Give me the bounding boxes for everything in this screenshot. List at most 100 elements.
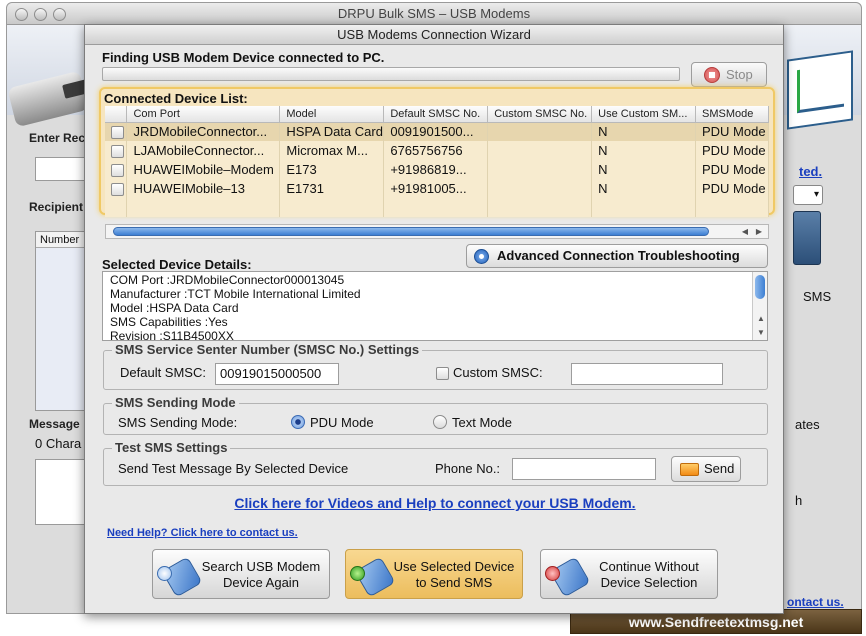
background-templates-label: ates: [795, 417, 820, 432]
gear-icon: [474, 249, 489, 264]
model-cell: E1731: [279, 179, 385, 198]
usb-modem-wizard-dialog: USB Modems Connection Wizard Finding USB…: [84, 24, 784, 614]
device-checkbox[interactable]: [111, 145, 124, 159]
selected-device-details: COM Port :JRDMobileConnector000013045 Ma…: [102, 271, 768, 341]
cancel-icon: [545, 566, 560, 581]
background-dropdown[interactable]: ▾: [793, 185, 823, 205]
search-again-button[interactable]: Search USB Modem Device Again: [152, 549, 330, 599]
scroll-up-icon[interactable]: ▲: [754, 312, 767, 325]
scroll-thumb[interactable]: [755, 275, 765, 299]
character-count: 0 Chara: [35, 436, 82, 451]
advanced-troubleshooting-button[interactable]: Advanced Connection Troubleshooting: [466, 244, 768, 268]
column-header[interactable]: Custom SMSC No.: [487, 106, 593, 123]
column-header[interactable]: SMSMode: [695, 106, 769, 123]
device-list-label: Connected Device List:: [104, 91, 248, 106]
background-contact-link[interactable]: ontact us.: [787, 595, 844, 609]
send-test-button[interactable]: Send: [671, 456, 741, 482]
minimize-window-button[interactable]: [34, 8, 47, 21]
search-progress-bar: [102, 67, 680, 81]
custom-smsc-cell: [487, 179, 593, 198]
com-port-cell: HUAWEIMobile–13: [126, 179, 281, 198]
device-row[interactable]: HUAWEIMobile–Modem E173 +91986819... N P…: [105, 160, 769, 179]
sms-mode-cell: PDU Mode: [695, 141, 769, 160]
device-table-header: Com Port Model Default SMSC No. Custom S…: [105, 106, 769, 123]
custom-smsc-field[interactable]: [571, 363, 723, 385]
stop-button[interactable]: Stop: [691, 62, 767, 87]
sending-mode-title: SMS Sending Mode: [112, 395, 239, 410]
use-selected-line2: to Send SMS: [415, 575, 493, 590]
device-checkbox[interactable]: [111, 183, 124, 197]
search-again-line2: Device Again: [223, 575, 299, 590]
details-vertical-scrollbar[interactable]: ▲ ▼: [752, 272, 767, 340]
details-line: COM Port :JRDMobileConnector000013045: [110, 273, 345, 287]
scroll-left-icon[interactable]: ◀: [738, 225, 752, 238]
device-checkbox[interactable]: [111, 164, 124, 178]
stop-button-label: Stop: [726, 67, 753, 82]
text-mode-radio[interactable]: [433, 415, 447, 429]
screen: DRPU Bulk SMS – USB Modems Enter Rec Rec…: [0, 0, 866, 636]
empty-row: [105, 198, 769, 217]
device-row[interactable]: LJAMobileConnector... Micromax M... 6765…: [105, 141, 769, 160]
com-port-cell: HUAWEIMobile–Modem: [126, 160, 281, 179]
recipient-number-input[interactable]: [35, 157, 85, 181]
main-window-title: DRPU Bulk SMS – USB Modems: [337, 6, 531, 21]
magnifier-icon: [157, 566, 172, 581]
test-sms-group: Test SMS Settings Send Test Message By S…: [103, 440, 768, 486]
smsc-settings-group: SMS Service Senter Number (SMSC No.) Set…: [103, 342, 768, 390]
test-sms-title: Test SMS Settings: [112, 440, 231, 455]
default-smsc-field[interactable]: 00919015000500: [215, 363, 339, 385]
default-smsc-cell: 6765756756: [383, 141, 489, 160]
use-custom-cell: N: [591, 160, 696, 179]
background-link-fragment[interactable]: ted.: [799, 164, 822, 179]
custom-smsc-checkbox[interactable]: [436, 367, 449, 380]
selected-details-label: Selected Device Details:: [102, 257, 252, 272]
device-checkbox[interactable]: [111, 126, 124, 140]
sms-mode-cell: PDU Mode: [695, 122, 769, 141]
message-textarea[interactable]: [35, 459, 85, 525]
recipient-list[interactable]: Number: [35, 231, 85, 411]
details-line: Model :HSPA Data Card: [110, 301, 239, 315]
scroll-thumb[interactable]: [113, 227, 709, 236]
default-smsc-cell: +91986819...: [383, 160, 489, 179]
column-header[interactable]: Default SMSC No.: [383, 106, 489, 123]
device-row[interactable]: JRDMobileConnector... HSPA Data Card 009…: [105, 122, 769, 141]
horizontal-scrollbar[interactable]: ◀ ▶: [105, 224, 769, 239]
pdu-mode-radio[interactable]: [291, 415, 305, 429]
use-custom-cell: N: [591, 122, 696, 141]
advanced-button-label: Advanced Connection Troubleshooting: [497, 248, 740, 263]
default-smsc-label: Default SMSC:: [120, 365, 206, 380]
background-button[interactable]: [793, 211, 821, 265]
send-test-label: Send Test Message By Selected Device: [118, 461, 349, 476]
model-cell: E173: [279, 160, 385, 179]
videos-help-link[interactable]: Click here for Videos and Help to connec…: [85, 495, 785, 511]
custom-smsc-cell: [487, 160, 593, 179]
pdu-mode-label[interactable]: PDU Mode: [310, 415, 374, 430]
zoom-window-button[interactable]: [53, 8, 66, 21]
select-column-header[interactable]: [105, 106, 128, 123]
text-mode-label[interactable]: Text Mode: [452, 415, 512, 430]
chart-illustration: [787, 50, 853, 130]
scroll-right-icon[interactable]: ▶: [752, 225, 766, 238]
need-help-link[interactable]: Need Help? Click here to contact us.: [107, 527, 298, 539]
details-line: SMS Capabilities :Yes: [110, 315, 228, 329]
column-header[interactable]: Use Custom SM...: [591, 106, 696, 123]
continue-line1: Continue Without: [599, 559, 699, 574]
device-row[interactable]: HUAWEIMobile–13 E1731 +91981005... N PDU…: [105, 179, 769, 198]
main-titlebar: DRPU Bulk SMS – USB Modems: [7, 3, 861, 25]
com-port-cell: JRDMobileConnector...: [126, 122, 281, 141]
column-header[interactable]: Model: [279, 106, 385, 123]
dialog-title: USB Modems Connection Wizard: [85, 25, 783, 45]
continue-without-device-button[interactable]: Continue Without Device Selection: [540, 549, 718, 599]
close-window-button[interactable]: [15, 8, 28, 21]
use-selected-device-button[interactable]: Use Selected Device to Send SMS: [345, 549, 523, 599]
sms-mode-cell: PDU Mode: [695, 179, 769, 198]
column-header[interactable]: Com Port: [126, 106, 281, 123]
sending-mode-group: SMS Sending Mode SMS Sending Mode: PDU M…: [103, 395, 768, 435]
number-column-header[interactable]: Number: [36, 232, 84, 248]
use-custom-cell: N: [591, 179, 696, 198]
smsc-group-title: SMS Service Senter Number (SMSC No.) Set…: [112, 342, 423, 357]
phone-number-input[interactable]: [512, 458, 656, 480]
background-label-fragment: h: [795, 493, 803, 508]
scroll-down-icon[interactable]: ▼: [754, 326, 767, 339]
finding-status-text: Finding USB Modem Device connected to PC…: [102, 50, 385, 65]
